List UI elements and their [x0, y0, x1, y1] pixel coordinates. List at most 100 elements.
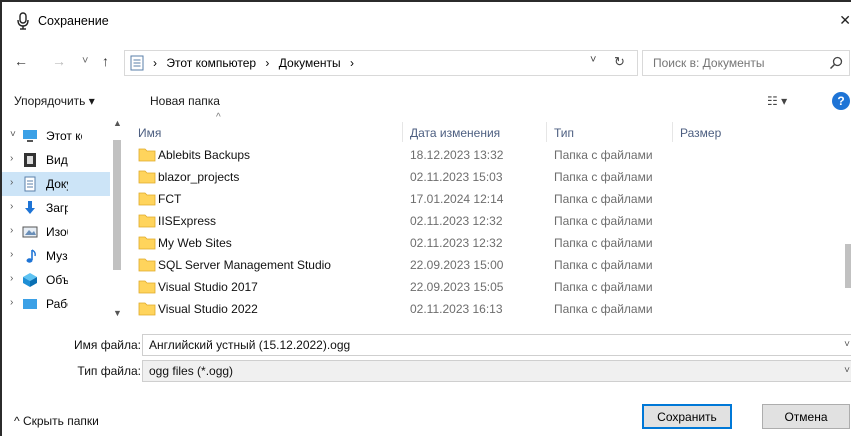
change-view-icon[interactable]: ☷ ▾ — [767, 94, 787, 108]
computer-icon — [23, 130, 37, 142]
chevron-right-icon[interactable]: › — [10, 297, 13, 308]
folder-icon — [138, 280, 156, 294]
filename-field[interactable]: Английский устный (15.12.2022).ogg ˅ — [142, 334, 851, 356]
tree-item-music[interactable]: › Музыка — [2, 244, 110, 268]
folder-icon — [138, 258, 156, 272]
breadcrumb-separator[interactable]: › — [153, 56, 157, 70]
scrollbar-thumb[interactable] — [113, 140, 121, 270]
file-type: Папка с файлами — [554, 170, 653, 184]
chevron-down-icon[interactable]: ˅ — [844, 365, 850, 376]
filename-value[interactable]: Английский устный (15.12.2022).ogg — [149, 338, 350, 352]
column-header-name[interactable]: Имя — [138, 126, 161, 140]
refresh-icon[interactable]: ↻ — [614, 54, 625, 70]
file-type: Папка с файлами — [554, 236, 653, 250]
cancel-button[interactable]: Отмена — [762, 404, 850, 429]
table-row[interactable]: IISExpress 02.11.2023 12:32 Папка с файл… — [126, 210, 736, 232]
tree-item-pictures[interactable]: › Изображения — [2, 220, 110, 244]
tree-item-video[interactable]: › Видео — [2, 148, 110, 172]
folder-icon — [138, 214, 156, 228]
chevron-right-icon[interactable]: › — [10, 177, 13, 188]
folder-icon — [138, 148, 156, 162]
search-box — [642, 50, 850, 76]
table-row[interactable]: My Web Sites 02.11.2023 12:32 Папка с фа… — [126, 232, 736, 254]
tree-scrollbar[interactable]: ▲ ▼ — [110, 118, 124, 324]
filetype-value[interactable]: ogg files (*.ogg) — [149, 364, 233, 378]
folder-icon — [138, 170, 156, 184]
breadcrumb-separator[interactable]: › — [350, 56, 354, 70]
new-folder-button[interactable]: Новая папка — [150, 94, 220, 108]
file-name: FCT — [158, 192, 182, 206]
scroll-up-icon[interactable]: ▲ — [113, 118, 122, 128]
hide-folders-button[interactable]: ^ Скрыть папки — [14, 414, 99, 428]
file-name: blazor_projects — [158, 170, 240, 184]
forward-button[interactable]: → — [52, 53, 66, 69]
column-divider[interactable] — [672, 122, 673, 142]
browser-pane: ˅ Этот компьютер › Видео › Документы › З… — [2, 112, 851, 324]
table-row[interactable]: Ablebits Backups 18.12.2023 13:32 Папка … — [126, 144, 736, 166]
column-divider[interactable] — [402, 122, 403, 142]
window-title: Сохранение — [38, 14, 109, 28]
chevron-right-icon[interactable]: › — [10, 273, 13, 284]
pictures-icon — [22, 226, 38, 238]
file-type: Папка с файлами — [554, 280, 653, 294]
chevron-right-icon[interactable]: › — [10, 201, 13, 212]
breadcrumb-documents[interactable]: Документы — [279, 56, 341, 70]
save-button[interactable]: Сохранить — [642, 404, 732, 429]
save-dialog: Сохранение ✕ ← → ˅ ↑ › Этот компьютер › … — [0, 0, 851, 436]
chevron-down-icon[interactable]: ˅ — [590, 54, 596, 66]
chevron-down-icon[interactable]: ˅ — [10, 129, 16, 140]
microphone-icon — [17, 12, 29, 30]
filetype-select[interactable]: ogg files (*.ogg) ˅ — [142, 360, 851, 382]
file-date: 22.09.2023 15:05 — [410, 280, 504, 294]
file-list-scrollbar[interactable] — [843, 118, 851, 324]
sort-ascending-icon: ^ — [216, 112, 221, 123]
recent-locations-button[interactable]: ˅ — [82, 55, 88, 67]
search-icon[interactable] — [829, 56, 843, 70]
3d-objects-icon — [23, 273, 37, 287]
table-row[interactable]: Visual Studio 2022 02.11.2023 16:13 Папк… — [126, 298, 736, 320]
file-name: SQL Server Management Studio — [158, 258, 331, 272]
search-input[interactable] — [643, 51, 823, 75]
filetype-row: Тип файла: ogg files (*.ogg) ˅ — [2, 360, 851, 382]
column-header-size[interactable]: Размер — [680, 126, 721, 140]
tree-item-label: Рабочий стол — [46, 297, 68, 311]
tree-item-downloads[interactable]: › Загрузки — [2, 196, 110, 220]
breadcrumb-this-pc[interactable]: Этот компьютер — [166, 56, 256, 70]
tree-item-this-pc[interactable]: ˅ Этот компьютер — [2, 124, 110, 148]
table-row[interactable]: blazor_projects 02.11.2023 15:03 Папка с… — [126, 166, 736, 188]
table-row[interactable]: SQL Server Management Studio 22.09.2023 … — [126, 254, 736, 276]
file-type: Папка с файлами — [554, 214, 653, 228]
column-header-date[interactable]: Дата изменения — [410, 126, 500, 140]
chevron-right-icon[interactable]: › — [10, 249, 13, 260]
tree-item-desktop[interactable]: › Рабочий стол — [2, 292, 110, 316]
table-row[interactable]: FCT 17.01.2024 12:14 Папка с файлами — [126, 188, 736, 210]
up-button[interactable]: ↑ — [102, 53, 109, 69]
file-type: Папка с файлами — [554, 192, 653, 206]
tree-item-3d-objects[interactable]: › Объемные объекты — [2, 268, 110, 292]
tree-item-documents[interactable]: › Документы — [2, 172, 110, 196]
breadcrumb-separator[interactable]: › — [265, 56, 269, 70]
tree-item-label: Объемные объекты — [46, 273, 68, 287]
title-bar: Сохранение ✕ — [2, 2, 851, 40]
file-date: 17.01.2024 12:14 — [410, 192, 504, 206]
command-bar: Упорядочить ▾ Новая папка ☷ ▾ ? — [2, 88, 851, 116]
file-name: Visual Studio 2017 — [158, 280, 258, 294]
filetype-label: Тип файла: — [77, 364, 141, 378]
column-header-type[interactable]: Тип — [554, 126, 574, 140]
tree-item-label: Видео — [46, 153, 68, 167]
organize-button[interactable]: Упорядочить ▾ — [14, 94, 95, 108]
scroll-down-icon[interactable]: ▼ — [113, 308, 122, 318]
chevron-right-icon[interactable]: › — [10, 153, 13, 164]
back-button[interactable]: ← — [14, 53, 28, 69]
chevron-down-icon[interactable]: ˅ — [844, 339, 850, 350]
table-row[interactable]: Visual Studio 2017 22.09.2023 15:05 Папк… — [126, 276, 736, 298]
help-icon[interactable]: ? — [832, 92, 850, 110]
column-divider[interactable] — [546, 122, 547, 142]
file-list: ^ Имя Дата изменения Тип Размер Ablebits… — [126, 112, 851, 324]
chevron-right-icon[interactable]: › — [10, 225, 13, 236]
close-icon[interactable]: ✕ — [839, 12, 851, 29]
scrollbar-thumb[interactable] — [845, 244, 851, 288]
address-bar[interactable]: › Этот компьютер › Документы › ˅ ↻ — [124, 50, 638, 76]
file-date: 02.11.2023 16:13 — [410, 302, 503, 316]
tree-item-label: Изображения — [46, 225, 68, 239]
